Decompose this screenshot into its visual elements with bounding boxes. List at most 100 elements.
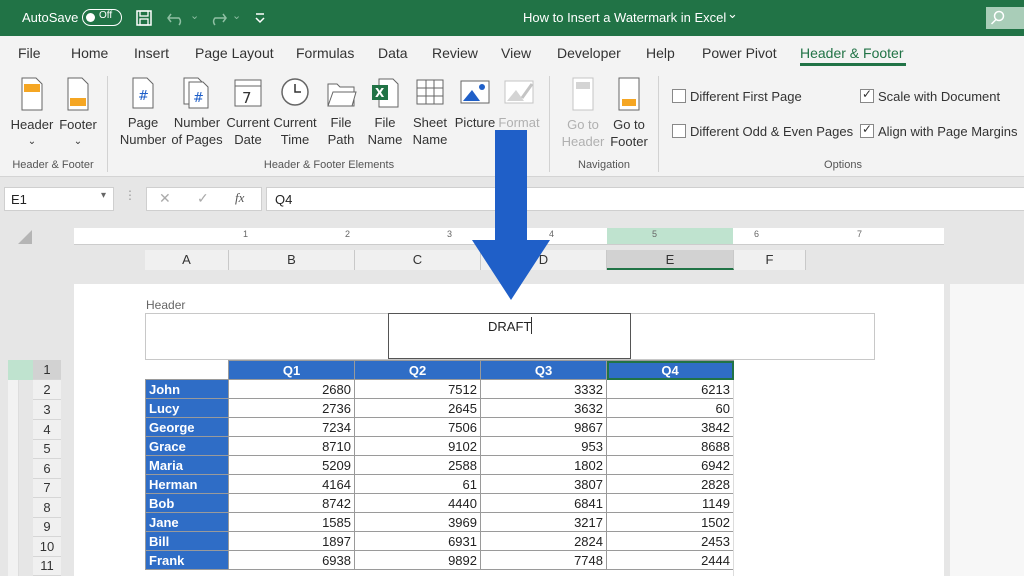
data-cell[interactable]: 1502 xyxy=(606,512,734,532)
save-icon[interactable] xyxy=(135,9,153,27)
search-box[interactable] xyxy=(986,7,1024,29)
tab-home[interactable]: Home xyxy=(71,45,108,61)
data-cell[interactable]: 2824 xyxy=(480,531,607,551)
data-cell[interactable]: 9892 xyxy=(354,550,481,570)
tab-page-layout[interactable]: Page Layout xyxy=(195,45,274,61)
column-label-q1[interactable]: Q1 xyxy=(228,360,355,380)
data-cell[interactable]: 8710 xyxy=(228,436,355,456)
insert-function-icon[interactable]: fx xyxy=(235,190,244,206)
data-cell[interactable]: 3842 xyxy=(606,417,734,437)
different-first-page-checkbox[interactable] xyxy=(672,89,686,103)
row-header-6[interactable]: 6 xyxy=(33,459,61,479)
row-header-1[interactable]: 1 xyxy=(33,360,61,380)
row-name[interactable]: Herman xyxy=(145,474,229,494)
tab-review[interactable]: Review xyxy=(432,45,478,61)
tab-formulas[interactable]: Formulas xyxy=(296,45,354,61)
row-header-9[interactable]: 9 xyxy=(33,517,61,537)
data-cell[interactable]: 3807 xyxy=(480,474,607,494)
tab-data[interactable]: Data xyxy=(378,45,408,61)
redo-dropdown-icon[interactable]: ⌄ xyxy=(232,9,241,22)
column-header-f[interactable]: F xyxy=(734,250,806,270)
column-f-cells[interactable] xyxy=(733,380,806,576)
current-date-button[interactable]: 7 Current Date xyxy=(224,76,272,148)
data-cell[interactable]: 2736 xyxy=(228,398,355,418)
select-all-icon[interactable] xyxy=(14,228,34,248)
row-header-10[interactable]: 10 xyxy=(33,537,61,557)
different-odd-even-checkbox[interactable] xyxy=(672,124,686,138)
tab-help[interactable]: Help xyxy=(646,45,675,61)
row-name[interactable]: John xyxy=(145,379,229,399)
data-cell[interactable]: 1149 xyxy=(606,493,734,513)
data-cell[interactable]: 7512 xyxy=(354,379,481,399)
page-number-button[interactable]: # Page Number xyxy=(117,76,169,148)
data-cell[interactable]: 7234 xyxy=(228,417,355,437)
data-cell[interactable]: 2680 xyxy=(228,379,355,399)
data-cell[interactable]: 9102 xyxy=(354,436,481,456)
tab-developer[interactable]: Developer xyxy=(557,45,621,61)
data-cell[interactable]: 8688 xyxy=(606,436,734,456)
header-center-section[interactable]: DRAFT xyxy=(388,313,631,359)
autosave-toggle[interactable]: Off xyxy=(82,9,122,26)
data-cell[interactable]: 953 xyxy=(480,436,607,456)
column-label-q3[interactable]: Q3 xyxy=(480,360,607,380)
data-cell[interactable]: 6942 xyxy=(606,455,734,475)
data-cell[interactable]: 60 xyxy=(606,398,734,418)
row-header-3[interactable]: 3 xyxy=(33,400,61,420)
enter-icon[interactable]: ✓ xyxy=(197,190,209,207)
row-name[interactable]: Lucy xyxy=(145,398,229,418)
current-time-button[interactable]: Current Time xyxy=(272,76,318,148)
row-name[interactable]: Bob xyxy=(145,493,229,513)
column-header-c[interactable]: C xyxy=(355,250,481,270)
name-box[interactable]: E1 ▾ xyxy=(4,187,114,211)
tab-power-pivot[interactable]: Power Pivot xyxy=(702,45,777,61)
data-cell[interactable]: 6931 xyxy=(354,531,481,551)
column-label-q4[interactable]: Q4 xyxy=(606,360,734,380)
row-header-11[interactable]: 11 xyxy=(33,556,61,576)
column-header-e[interactable]: E xyxy=(607,250,734,270)
data-cell[interactable]: 61 xyxy=(354,474,481,494)
cancel-icon[interactable]: ✕ xyxy=(159,190,171,207)
column-header-b[interactable]: B xyxy=(229,250,355,270)
data-cell[interactable]: 7506 xyxy=(354,417,481,437)
data-cell[interactable]: 5209 xyxy=(228,455,355,475)
data-cell[interactable]: 8742 xyxy=(228,493,355,513)
data-cell[interactable]: 1802 xyxy=(480,455,607,475)
redo-icon[interactable] xyxy=(206,10,228,26)
data-cell[interactable]: 4164 xyxy=(228,474,355,494)
data-cell[interactable]: 3332 xyxy=(480,379,607,399)
data-cell[interactable]: 9867 xyxy=(480,417,607,437)
scale-with-document-checkbox[interactable] xyxy=(860,87,874,103)
align-with-margins-checkbox[interactable] xyxy=(860,122,874,138)
row-header-8[interactable]: 8 xyxy=(33,498,61,518)
row-header-2[interactable]: 2 xyxy=(33,380,61,400)
footer-button[interactable]: Footer ⌄ xyxy=(56,76,100,150)
header-button[interactable]: Header ⌄ xyxy=(8,76,56,150)
data-cell[interactable]: 6938 xyxy=(228,550,355,570)
go-to-footer-button[interactable]: Go to Footer xyxy=(606,76,652,150)
data-cell[interactable]: 3969 xyxy=(354,512,481,532)
row-name[interactable]: Frank xyxy=(145,550,229,570)
go-to-header-button[interactable]: Go to Header xyxy=(560,76,606,150)
undo-dropdown-icon[interactable]: ⌄ xyxy=(190,9,199,22)
data-cell[interactable]: 3217 xyxy=(480,512,607,532)
data-cell[interactable]: 1585 xyxy=(228,512,355,532)
customize-toolbar-icon[interactable] xyxy=(254,11,266,25)
cell-a1[interactable] xyxy=(145,360,229,380)
formula-input[interactable]: Q4 xyxy=(266,187,1024,211)
tab-insert[interactable]: Insert xyxy=(134,45,169,61)
number-of-pages-button[interactable]: # Number of Pages xyxy=(170,76,224,148)
data-cell[interactable]: 1897 xyxy=(228,531,355,551)
data-cell[interactable]: 7748 xyxy=(480,550,607,570)
data-cell[interactable]: 2453 xyxy=(606,531,734,551)
data-cell[interactable]: 2588 xyxy=(354,455,481,475)
row-header-5[interactable]: 5 xyxy=(33,439,61,459)
row-header-4[interactable]: 4 xyxy=(33,420,61,440)
row-name[interactable]: Grace xyxy=(145,436,229,456)
data-cell[interactable]: 2828 xyxy=(606,474,734,494)
data-cell[interactable]: 6213 xyxy=(606,379,734,399)
row-header-7[interactable]: 7 xyxy=(33,478,61,498)
file-path-button[interactable]: File Path xyxy=(320,76,362,148)
row-name[interactable]: Jane xyxy=(145,512,229,532)
tab-header-footer[interactable]: Header & Footer xyxy=(800,45,904,61)
row-name[interactable]: George xyxy=(145,417,229,437)
